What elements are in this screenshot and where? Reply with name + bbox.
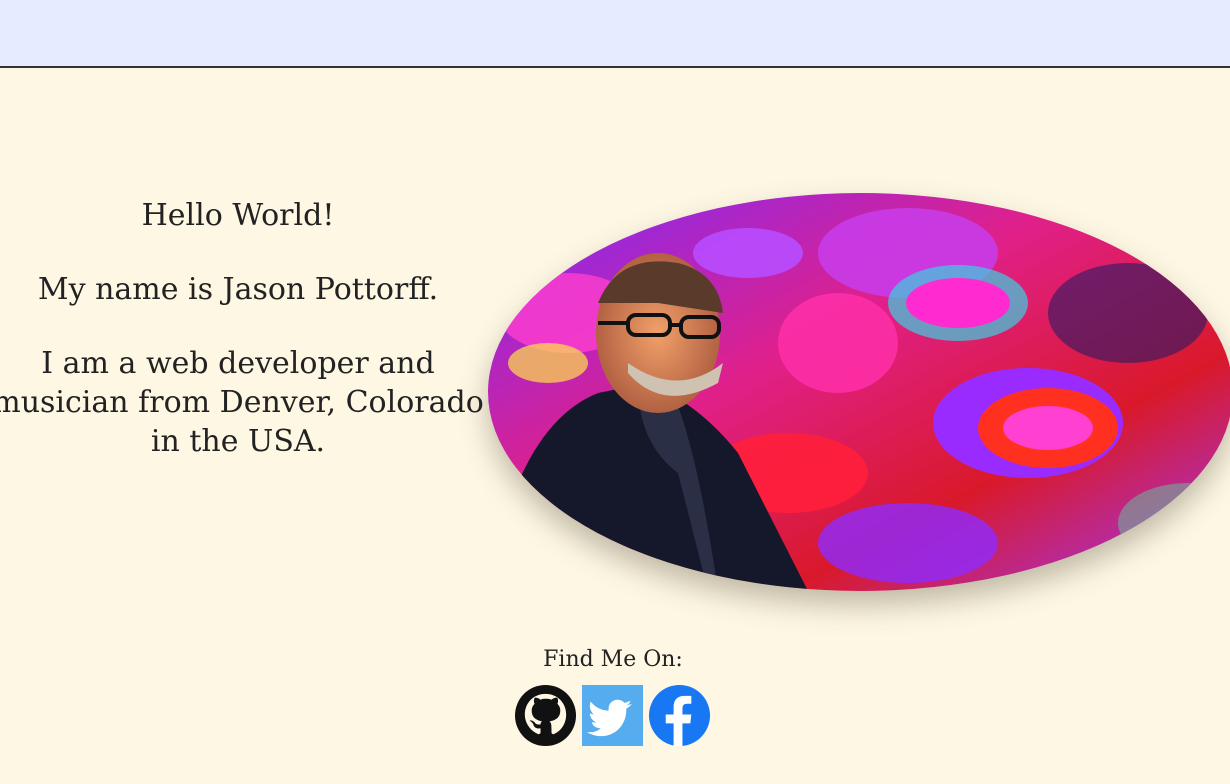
twitter-icon [581,684,644,747]
find-me-heading: Find Me On: [543,647,683,672]
portrait-image [488,193,1230,591]
github-link[interactable] [514,684,577,747]
name-line: My name is Jason Pottorff. [37,272,439,307]
facebook-icon [648,684,711,747]
portrait-photo [488,193,1230,591]
facebook-link[interactable] [648,684,711,747]
github-icon [514,684,577,747]
twitter-link[interactable] [581,684,644,747]
top-nav-bar [0,0,1230,68]
bio-text: I am a web developer and musician from D… [0,346,484,459]
greeting: Hello World! [141,198,335,233]
social-links [514,684,711,747]
intro-section: Hello World! My name is Jason Pottorff. … [0,196,486,496]
